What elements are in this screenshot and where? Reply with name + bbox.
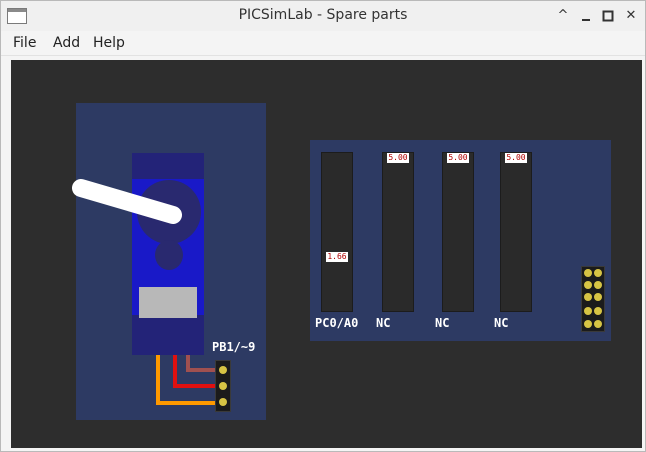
window-menu-button[interactable]: ^ — [554, 7, 572, 25]
meter-value-2: 5.00 — [387, 153, 409, 163]
menu-help[interactable]: Help — [93, 35, 125, 51]
header-pin — [584, 269, 592, 277]
servo-label-window — [139, 287, 197, 318]
header-pin — [594, 281, 602, 289]
servo-bottom-cap — [132, 315, 204, 355]
header-pin — [594, 320, 602, 328]
meter-value-4: 5.00 — [505, 153, 527, 163]
minimize-icon — [582, 19, 590, 21]
header-pin — [584, 293, 592, 301]
minimize-button[interactable] — [577, 7, 595, 25]
header-pin — [584, 320, 592, 328]
header-pin — [219, 382, 227, 390]
servo-arm — [72, 179, 182, 224]
meter-bar-2 — [382, 152, 414, 312]
header-pin — [594, 307, 602, 315]
maximize-button[interactable] — [599, 7, 617, 25]
app-window: PICSimLab - Spare parts ^ ✕ File Add Hel… — [0, 0, 646, 452]
menu-file[interactable]: File — [13, 35, 36, 51]
meter-label-2: NC — [376, 316, 391, 330]
meter-label-3: NC — [435, 316, 450, 330]
meter-bar-3 — [442, 152, 474, 312]
header-pin — [594, 269, 602, 277]
servo-gear-hub — [155, 240, 183, 270]
header-pin — [584, 307, 592, 315]
menu-bar: File Add Help — [1, 31, 645, 56]
meter-header[interactable] — [581, 266, 605, 332]
meter-bar-1 — [321, 152, 353, 312]
meter-value-1: 1.66 — [326, 252, 348, 262]
servo-pin-label: PB1/~9 — [212, 340, 256, 354]
meter-label-4: NC — [494, 316, 509, 330]
maximize-icon — [602, 10, 614, 22]
header-pin — [584, 281, 592, 289]
close-button[interactable]: ✕ — [622, 7, 640, 25]
meter-value-3: 5.00 — [447, 153, 469, 163]
servo-header[interactable] — [215, 360, 231, 412]
header-pin — [219, 398, 227, 406]
voltmeter-part[interactable]: 1.66 5.00 5.00 5.00 PC0/A0 NC NC NC — [310, 140, 611, 341]
parts-canvas[interactable]: PB1/~9 1.66 5.00 5.00 5.00 PC0/A0 NC NC … — [11, 60, 642, 448]
header-pin — [594, 293, 602, 301]
window-title: PICSimLab - Spare parts — [238, 7, 408, 23]
meter-label-1: PC0/A0 — [315, 316, 359, 330]
title-bar: PICSimLab - Spare parts ^ ✕ — [1, 1, 645, 32]
servo-part[interactable]: PB1/~9 — [72, 103, 266, 420]
meter-bar-4 — [500, 152, 532, 312]
menu-add[interactable]: Add — [53, 35, 80, 51]
header-pin — [219, 366, 227, 374]
